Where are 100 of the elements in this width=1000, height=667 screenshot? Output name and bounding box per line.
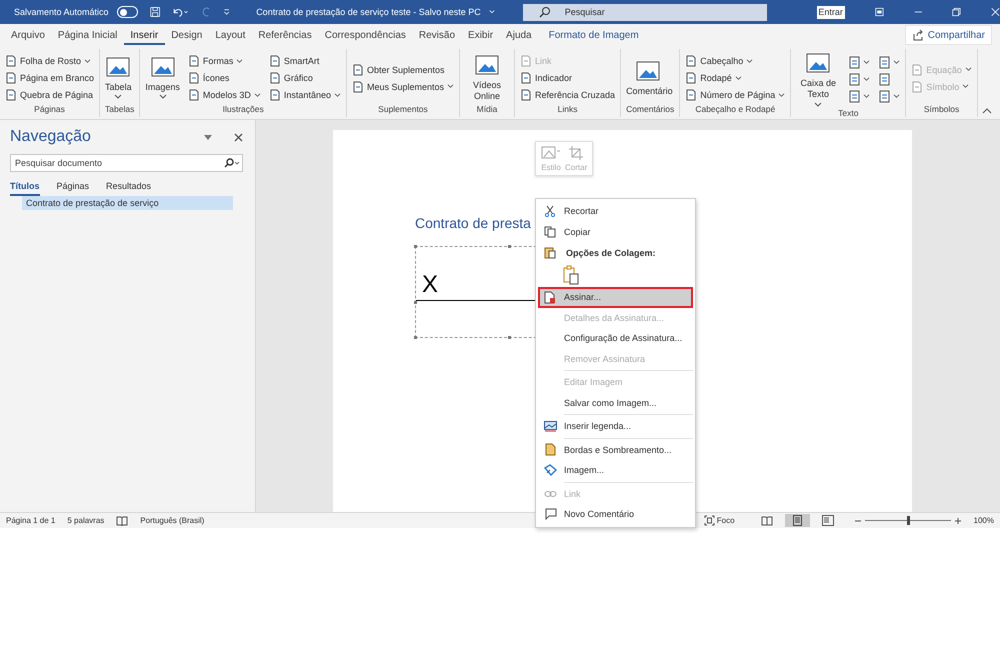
ribbon-button[interactable]: Indicador (520, 70, 616, 86)
ribbon-tab[interactable]: Arquivo (5, 26, 52, 44)
page-icon (5, 89, 17, 101)
ribbon-button[interactable]: SmartArt (268, 54, 341, 68)
ribbon-button[interactable]: Obter Suplementos (352, 62, 454, 77)
ribbon-button[interactable]: Referência Cruzada (520, 88, 616, 102)
restore-icon[interactable] (952, 6, 962, 18)
ribbon-icon-button[interactable] (878, 55, 900, 70)
ribbon-button[interactable]: Rodapé (685, 70, 786, 86)
page-icon (5, 72, 17, 84)
caret-icon (778, 92, 786, 98)
ribbon-button[interactable]: Ícones (188, 70, 261, 86)
menu-item[interactable]: Novo Comentário (538, 504, 693, 524)
scissors-icon (544, 205, 556, 218)
ribbon-button[interactable]: Imagens (145, 56, 180, 100)
ribbon-tab[interactable]: Layout (209, 26, 252, 44)
customize-icon[interactable] (222, 7, 230, 17)
picture-style-icon (541, 145, 561, 161)
ribbon-button[interactable]: Modelos 3D (188, 88, 261, 102)
ribbon-button[interactable]: Formas (188, 54, 261, 68)
ribbon-button[interactable]: Cabeçalho (685, 54, 786, 68)
web-layout-icon[interactable] (822, 515, 834, 526)
ribbon-icon-button[interactable] (848, 89, 870, 104)
autosave-toggle[interactable] (116, 6, 138, 18)
menu-item[interactable]: Copiar (538, 222, 693, 242)
save-icon[interactable] (150, 5, 160, 19)
ribbon-button[interactable]: Quebra de Página (5, 88, 94, 102)
ribbon-tab[interactable]: Página Inicial (52, 26, 124, 44)
group-label: Ilustrações (222, 104, 265, 116)
ribbon-tab[interactable]: Revisão (412, 26, 462, 44)
share-button[interactable]: Compartilhar (904, 25, 992, 45)
document-search-bar[interactable]: Pesquisar documento (10, 154, 243, 172)
ribbon-icon-button[interactable] (848, 55, 870, 70)
page-icon (520, 89, 532, 101)
ribbon-tab[interactable]: Exibir (462, 26, 500, 44)
heading-item[interactable]: Contrato de prestação de serviço (22, 196, 233, 210)
page-icon (878, 73, 892, 86)
ribbon-button[interactable]: Comentário (626, 60, 670, 96)
share-icon (912, 29, 924, 41)
signature-document-icon (544, 290, 556, 304)
page-icon (268, 55, 281, 67)
group-label: Tabelas (105, 104, 134, 116)
close-icon[interactable] (234, 132, 243, 142)
ribbon-icon-button[interactable] (848, 72, 870, 88)
group-label: Links (556, 104, 578, 116)
ribbon-icon-button[interactable] (878, 89, 900, 104)
caret-icon (447, 84, 454, 89)
ribbon-button[interactable]: Gráfico (268, 70, 341, 86)
menu-item[interactable]: Imagem... (538, 460, 693, 480)
menu-item[interactable]: Recortar (538, 201, 693, 222)
zoom-percent[interactable]: 100% (974, 516, 994, 525)
group-label: Suplementos (377, 104, 429, 116)
ribbon-tab[interactable]: Design (165, 26, 210, 44)
collapse-ribbon-icon[interactable] (982, 108, 992, 114)
document-title[interactable]: Contrato de prestação de serviço teste - Salvo neste PC (256, 7, 481, 17)
caret-icon (863, 60, 870, 66)
ribbon-tab[interactable]: Formato de Imagem (542, 26, 646, 44)
pane-tab[interactable]: Resultados (106, 181, 152, 196)
page-icon (848, 73, 862, 86)
word-count[interactable]: 5 palavras (67, 516, 104, 525)
caret-icon (814, 102, 822, 108)
focus-button[interactable]: Foco (704, 515, 735, 526)
caption-icon (544, 420, 556, 432)
link-icon (544, 488, 556, 499)
clipboard-icon (544, 246, 556, 259)
ribbon-button[interactable]: Instantâneo (268, 88, 341, 102)
search-input[interactable]: Pesquisar (562, 6, 767, 18)
pane-options-icon[interactable] (204, 134, 212, 140)
print-layout-button[interactable] (784, 514, 810, 527)
ribbon-display-icon[interactable] (874, 6, 884, 18)
paste-picture-button[interactable] (563, 265, 579, 285)
search-bar[interactable]: Pesquisar (522, 4, 767, 20)
ribbon-button[interactable]: Caixa de Texto (796, 52, 840, 108)
caret-icon (863, 77, 870, 82)
menu-item[interactable]: Inserir legenda... (538, 416, 693, 436)
page-icon (188, 72, 200, 84)
search-icon[interactable] (224, 158, 240, 168)
caret-icon[interactable] (488, 9, 495, 15)
page-icon (268, 72, 281, 84)
document-heading: Contrato de presta (415, 215, 532, 231)
read-mode-icon[interactable] (760, 516, 773, 526)
ribbon-button[interactable]: Tabela (105, 56, 132, 100)
book-icon[interactable] (116, 516, 128, 526)
pane-tab[interactable]: Páginas (56, 181, 90, 196)
ribbon-button[interactable]: Número de Página (685, 88, 786, 102)
page-count[interactable]: Página 1 de 1 (6, 516, 56, 525)
menu-item[interactable]: Assinar... (538, 287, 693, 308)
menu-item[interactable]: Bordas e Sombreamento... (538, 440, 693, 460)
sign-in-button[interactable]: Entrar (816, 6, 845, 18)
ribbon-button[interactable]: Página em Branco (5, 70, 94, 86)
ribbon-button[interactable]: Meus Suplementos (352, 79, 454, 94)
ribbon-tab[interactable]: Ajuda (500, 26, 539, 44)
zoom-in-icon[interactable] (954, 516, 962, 524)
language-indicator[interactable]: Português (Brasil) (140, 516, 204, 525)
menu-item[interactable]: Salvar como Imagem... (538, 392, 693, 413)
ribbon-tab[interactable]: Referências (252, 26, 319, 44)
ribbon-tab[interactable]: Correspondências (318, 26, 413, 44)
signature-mark: X (422, 271, 438, 299)
ribbon-button[interactable]: Vídeos Online (465, 54, 510, 102)
ribbon-button[interactable]: Folha de Rosto (5, 54, 94, 68)
